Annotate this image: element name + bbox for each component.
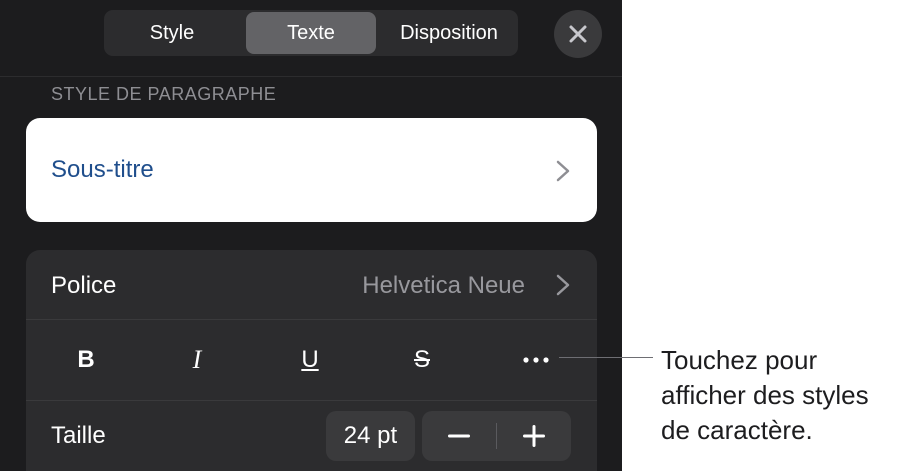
italic-button[interactable]: I (177, 332, 217, 388)
row-divider (26, 400, 597, 401)
tab-disposition[interactable]: Disposition (382, 12, 516, 54)
paragraph-style-row[interactable]: Sous-titre (26, 118, 597, 222)
more-dots-icon (523, 357, 549, 363)
size-label: Taille (51, 422, 106, 449)
row-divider (26, 319, 597, 320)
chevron-right-icon (556, 160, 570, 182)
tab-texte[interactable]: Texte (246, 12, 376, 54)
size-value[interactable]: 24 pt (326, 411, 415, 461)
callout-text: Touchez pour afficher des styles de cara… (661, 343, 909, 448)
underline-button[interactable]: U (290, 332, 330, 388)
decrease-size-button[interactable] (422, 411, 496, 461)
strikethrough-button[interactable]: S (402, 332, 442, 388)
minus-icon (448, 434, 470, 438)
close-icon (569, 25, 587, 43)
callout-line-2: afficher des styles (661, 380, 869, 410)
size-stepper (422, 411, 571, 461)
tab-style[interactable]: Style (108, 12, 236, 54)
callout-line-3: de caractère. (661, 415, 813, 445)
format-tab-bar: Style Texte Disposition (104, 10, 518, 56)
close-button[interactable] (554, 10, 602, 58)
font-label: Police (51, 272, 117, 299)
header-divider (0, 76, 622, 77)
chevron-right-icon[interactable] (556, 274, 570, 296)
paragraph-style-value: Sous-titre (51, 156, 154, 183)
plus-icon (523, 425, 545, 447)
paragraph-style-heading: STYLE DE PARAGRAPHE (51, 84, 277, 104)
bold-button[interactable]: B (66, 332, 106, 388)
increase-size-button[interactable] (497, 411, 571, 461)
callout-line-1: Touchez pour (661, 345, 818, 375)
font-value[interactable]: Helvetica Neue (362, 272, 525, 300)
callout-leader-line (559, 357, 653, 358)
more-styles-button[interactable] (516, 332, 556, 388)
format-panel: Style Texte Disposition STYLE DE PARAGRA… (0, 0, 622, 471)
